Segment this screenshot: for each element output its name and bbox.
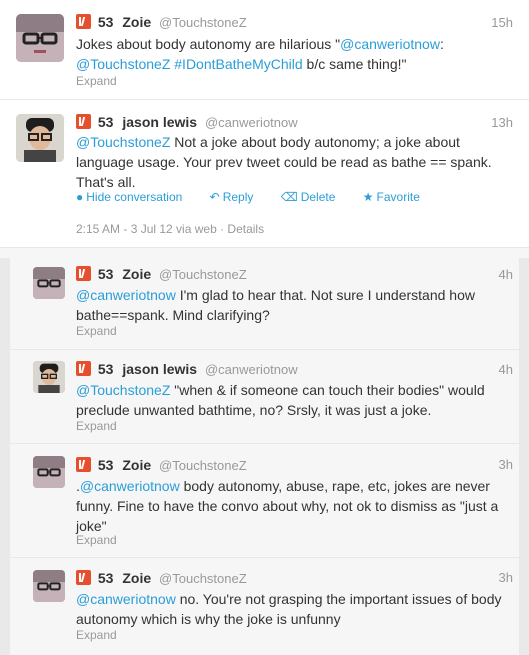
mention-link[interactable]: @TouchstoneZ — [76, 134, 170, 150]
tweet-header: 53 Zoie @TouchstoneZ — [76, 456, 247, 475]
favorite-button[interactable]: ★ Favorite — [363, 190, 432, 204]
author-name[interactable]: Zoie — [122, 266, 151, 282]
klout-icon — [76, 14, 91, 29]
tweet[interactable]: 53 Zoie @TouchstoneZ 3h @canweriotnow no… — [0, 558, 529, 655]
timeline: 53 Zoie @TouchstoneZ 15h Jokes about bod… — [0, 0, 529, 655]
mention-link[interactable]: @canweriotnow — [76, 287, 176, 303]
tweet-text: @canweriotnow no. You're not grasping th… — [76, 591, 502, 627]
expand-link[interactable]: Expand — [76, 324, 117, 338]
avatar[interactable] — [33, 570, 65, 602]
timestamp[interactable]: 15h — [491, 15, 513, 30]
klout-icon — [76, 114, 91, 129]
author-handle[interactable]: @TouchstoneZ — [159, 458, 247, 473]
klout-score: 53 — [97, 14, 114, 30]
tweet-text: .@canweriotnow body autonomy, abuse, rap… — [76, 478, 499, 534]
avatar[interactable] — [33, 361, 65, 393]
author-handle[interactable]: @TouchstoneZ — [159, 15, 247, 30]
tweet-header: 53 Zoie @TouchstoneZ — [76, 569, 247, 588]
tweet-expanded[interactable]: 53 jason lewis @canweriotnow 13h @Touchs… — [0, 100, 529, 248]
star-icon: ★ — [362, 190, 374, 204]
klout-icon — [76, 457, 91, 472]
trash-icon: ⌫ — [280, 190, 298, 204]
author-name[interactable]: jason lewis — [122, 114, 197, 130]
mention-link[interactable]: @TouchstoneZ — [76, 56, 170, 72]
timestamp[interactable]: 4h — [499, 267, 513, 282]
klout-score: 53 — [97, 457, 114, 473]
expand-link[interactable]: Expand — [76, 533, 117, 547]
timestamp[interactable]: 4h — [499, 362, 513, 377]
expand-link[interactable]: Expand — [76, 74, 117, 88]
author-handle[interactable]: @TouchstoneZ — [159, 571, 247, 586]
expand-link[interactable]: Expand — [76, 628, 117, 642]
avatar[interactable] — [16, 14, 64, 62]
tweet[interactable]: 53 jason lewis @canweriotnow 4h @Touchst… — [0, 350, 529, 444]
conversation-icon: ● — [76, 190, 84, 204]
klout-icon — [76, 570, 91, 585]
tweet-text: @canweriotnow I'm glad to hear that. Not… — [76, 287, 475, 323]
tweet[interactable]: 53 Zoie @TouchstoneZ 4h @canweriotnow I'… — [0, 258, 529, 350]
hide-conversation-button[interactable]: ● Hide conversation — [76, 190, 194, 204]
avatar[interactable] — [16, 114, 64, 162]
author-handle[interactable]: @canweriotnow — [205, 115, 298, 130]
tweet-header: 53 jason lewis @canweriotnow — [76, 360, 298, 379]
tweet-header: 53 Zoie @TouchstoneZ — [76, 13, 247, 32]
tweet[interactable]: 53 Zoie @TouchstoneZ 15h Jokes about bod… — [0, 0, 529, 100]
author-name[interactable]: Zoie — [122, 457, 151, 473]
klout-icon — [76, 266, 91, 281]
klout-score: 53 — [97, 361, 114, 377]
tweet-meta[interactable]: 2:15 AM - 3 Jul 12 via web · Details — [76, 222, 264, 236]
expand-link[interactable]: Expand — [76, 419, 117, 433]
hashtag-link[interactable]: #IDontBatheMyChild — [174, 56, 302, 72]
tweet-header: 53 jason lewis @canweriotnow — [76, 113, 298, 132]
tweet-text: Jokes about body autonomy are hilarious … — [76, 36, 444, 72]
timestamp[interactable]: 3h — [499, 570, 513, 585]
klout-score: 53 — [97, 266, 114, 282]
tweet[interactable]: 53 Zoie @TouchstoneZ 3h .@canweriotnow b… — [0, 444, 529, 558]
delete-button[interactable]: ⌫ Delete — [281, 190, 348, 204]
klout-score: 53 — [97, 570, 114, 586]
klout-score: 53 — [97, 114, 114, 130]
avatar[interactable] — [33, 267, 65, 299]
mention-link[interactable]: @TouchstoneZ — [76, 382, 170, 398]
tweet-actions: ● Hide conversation ↶ Reply ⌫ Delete ★ Favor… — [76, 190, 444, 204]
mention-link[interactable]: @canweriotnow — [340, 36, 440, 52]
klout-icon — [76, 361, 91, 376]
author-handle[interactable]: @canweriotnow — [205, 362, 298, 377]
avatar[interactable] — [33, 456, 65, 488]
author-handle[interactable]: @TouchstoneZ — [159, 267, 247, 282]
mention-link[interactable]: @canweriotnow — [76, 591, 176, 607]
reply-button[interactable]: ↶ Reply — [210, 190, 266, 204]
tweet-text: @TouchstoneZ Not a joke about body auton… — [76, 134, 492, 190]
author-name[interactable]: Zoie — [122, 570, 151, 586]
tweet-header: 53 Zoie @TouchstoneZ — [76, 265, 247, 284]
author-name[interactable]: jason lewis — [122, 361, 197, 377]
timestamp[interactable]: 3h — [499, 457, 513, 472]
timestamp[interactable]: 13h — [491, 115, 513, 130]
reply-arrow-icon: ↶ — [209, 190, 220, 204]
mention-link[interactable]: @canweriotnow — [80, 478, 180, 494]
tweet-text: @TouchstoneZ "when & if someone can touc… — [76, 382, 485, 418]
author-name[interactable]: Zoie — [122, 14, 151, 30]
